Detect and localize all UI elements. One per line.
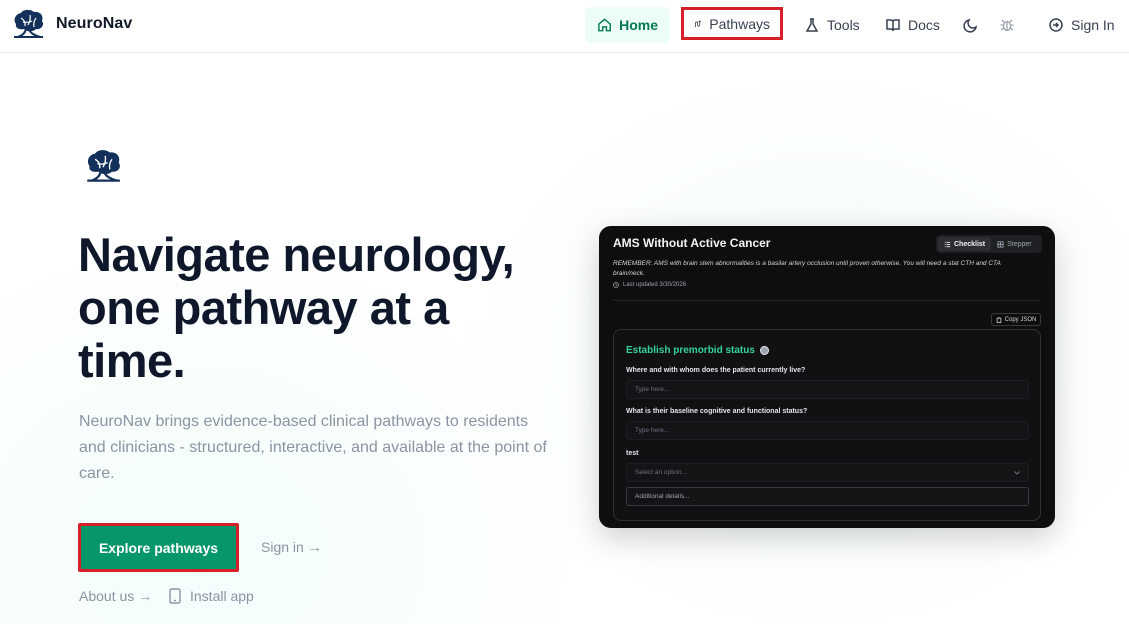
preview-divider [613,300,1041,301]
top-navbar: NeuroNav Home Pathways Tools Docs Sign I… [0,0,1129,53]
grid-icon [997,240,1004,248]
hero-description: NeuroNav brings evidence-based clinical … [79,413,547,482]
nav-sign-in-label: Sign In [1071,17,1115,33]
list-icon [944,241,951,247]
hero-title: Navigate neurology, one pathway at a tim… [78,228,515,387]
book-icon [886,19,900,32]
hero-sign-in-link[interactable]: Sign in → [261,539,322,555]
install-app-link[interactable]: Install app [168,588,254,604]
section-title: Establish premorbid status [626,345,769,356]
preview-last-updated: Last updated 3/30/2026 [613,282,686,288]
pathways-icon [695,19,702,27]
info-dot-icon[interactable] [759,346,769,355]
checklist-label: Checklist [954,240,986,248]
bug-report-button[interactable] [991,7,1023,43]
brand[interactable]: NeuroNav [10,8,132,40]
about-us-link[interactable]: About us → [79,588,152,604]
sign-in-icon [1049,18,1063,32]
bug-icon [1000,19,1014,32]
test-select[interactable]: Select an option... [626,463,1029,482]
section-title-text: Establish premorbid status [626,345,755,356]
brain-tree-logo-icon [14,9,44,38]
flask-icon [805,18,819,32]
clock-icon [613,282,619,288]
nav-pathways[interactable]: Pathways [681,7,783,40]
chevron-down-icon [1014,470,1020,475]
last-updated-text: Last updated 3/30/2026 [623,282,687,288]
copy-json-button[interactable]: Copy JSON [991,313,1041,326]
hero-brain-tree-logo-icon [87,150,120,182]
home-icon [598,18,611,32]
view-mode-toggle: Checklist Stepper [936,235,1042,253]
baseline-status-input[interactable]: Type here... [626,421,1029,440]
nav-sign-in[interactable]: Sign In [1036,7,1127,43]
preview-title: AMS Without Active Cancer [613,236,771,250]
preview-remember-note: REMEMBER: AMS with brain stem abnormalit… [613,260,1001,277]
checklist-toggle[interactable]: Checklist [938,237,992,251]
stepper-toggle[interactable]: Stepper [991,237,1038,251]
additional-details-input[interactable]: Additional details... [626,487,1029,506]
nav-docs[interactable]: Docs [873,7,952,43]
theme-toggle-button[interactable] [955,7,987,43]
explore-pathways-label: Explore pathways [98,539,219,556]
clipboard-icon [996,316,1001,323]
living-situation-input[interactable]: Type here... [626,380,1029,399]
nav-pathways-label: Pathways [709,15,770,32]
nav-tools[interactable]: Tools [792,7,872,43]
install-app-label: Install app [190,588,254,604]
moon-icon [963,18,978,33]
question-label: test [626,450,639,457]
nav-docs-label: Docs [908,17,940,33]
premorbid-status-section: Establish premorbid status Where and wit… [613,329,1041,521]
phone-icon [169,588,181,604]
question-label: What is their baseline cognitive and fun… [626,408,808,415]
pathway-preview-card: AMS Without Active Cancer Checklist Step… [599,226,1055,528]
explore-pathways-button[interactable]: Explore pathways [78,523,239,572]
select-placeholder: Select an option... [635,469,688,476]
stepper-label: Stepper [1007,240,1032,248]
brand-name: NeuroNav [56,15,133,32]
question-label: Where and with whom does the patient cur… [626,367,806,374]
nav-home-label: Home [619,17,658,33]
copy-json-label: Copy JSON [1004,316,1037,323]
nav-tools-label: Tools [827,17,860,33]
nav-home[interactable]: Home [585,7,670,43]
